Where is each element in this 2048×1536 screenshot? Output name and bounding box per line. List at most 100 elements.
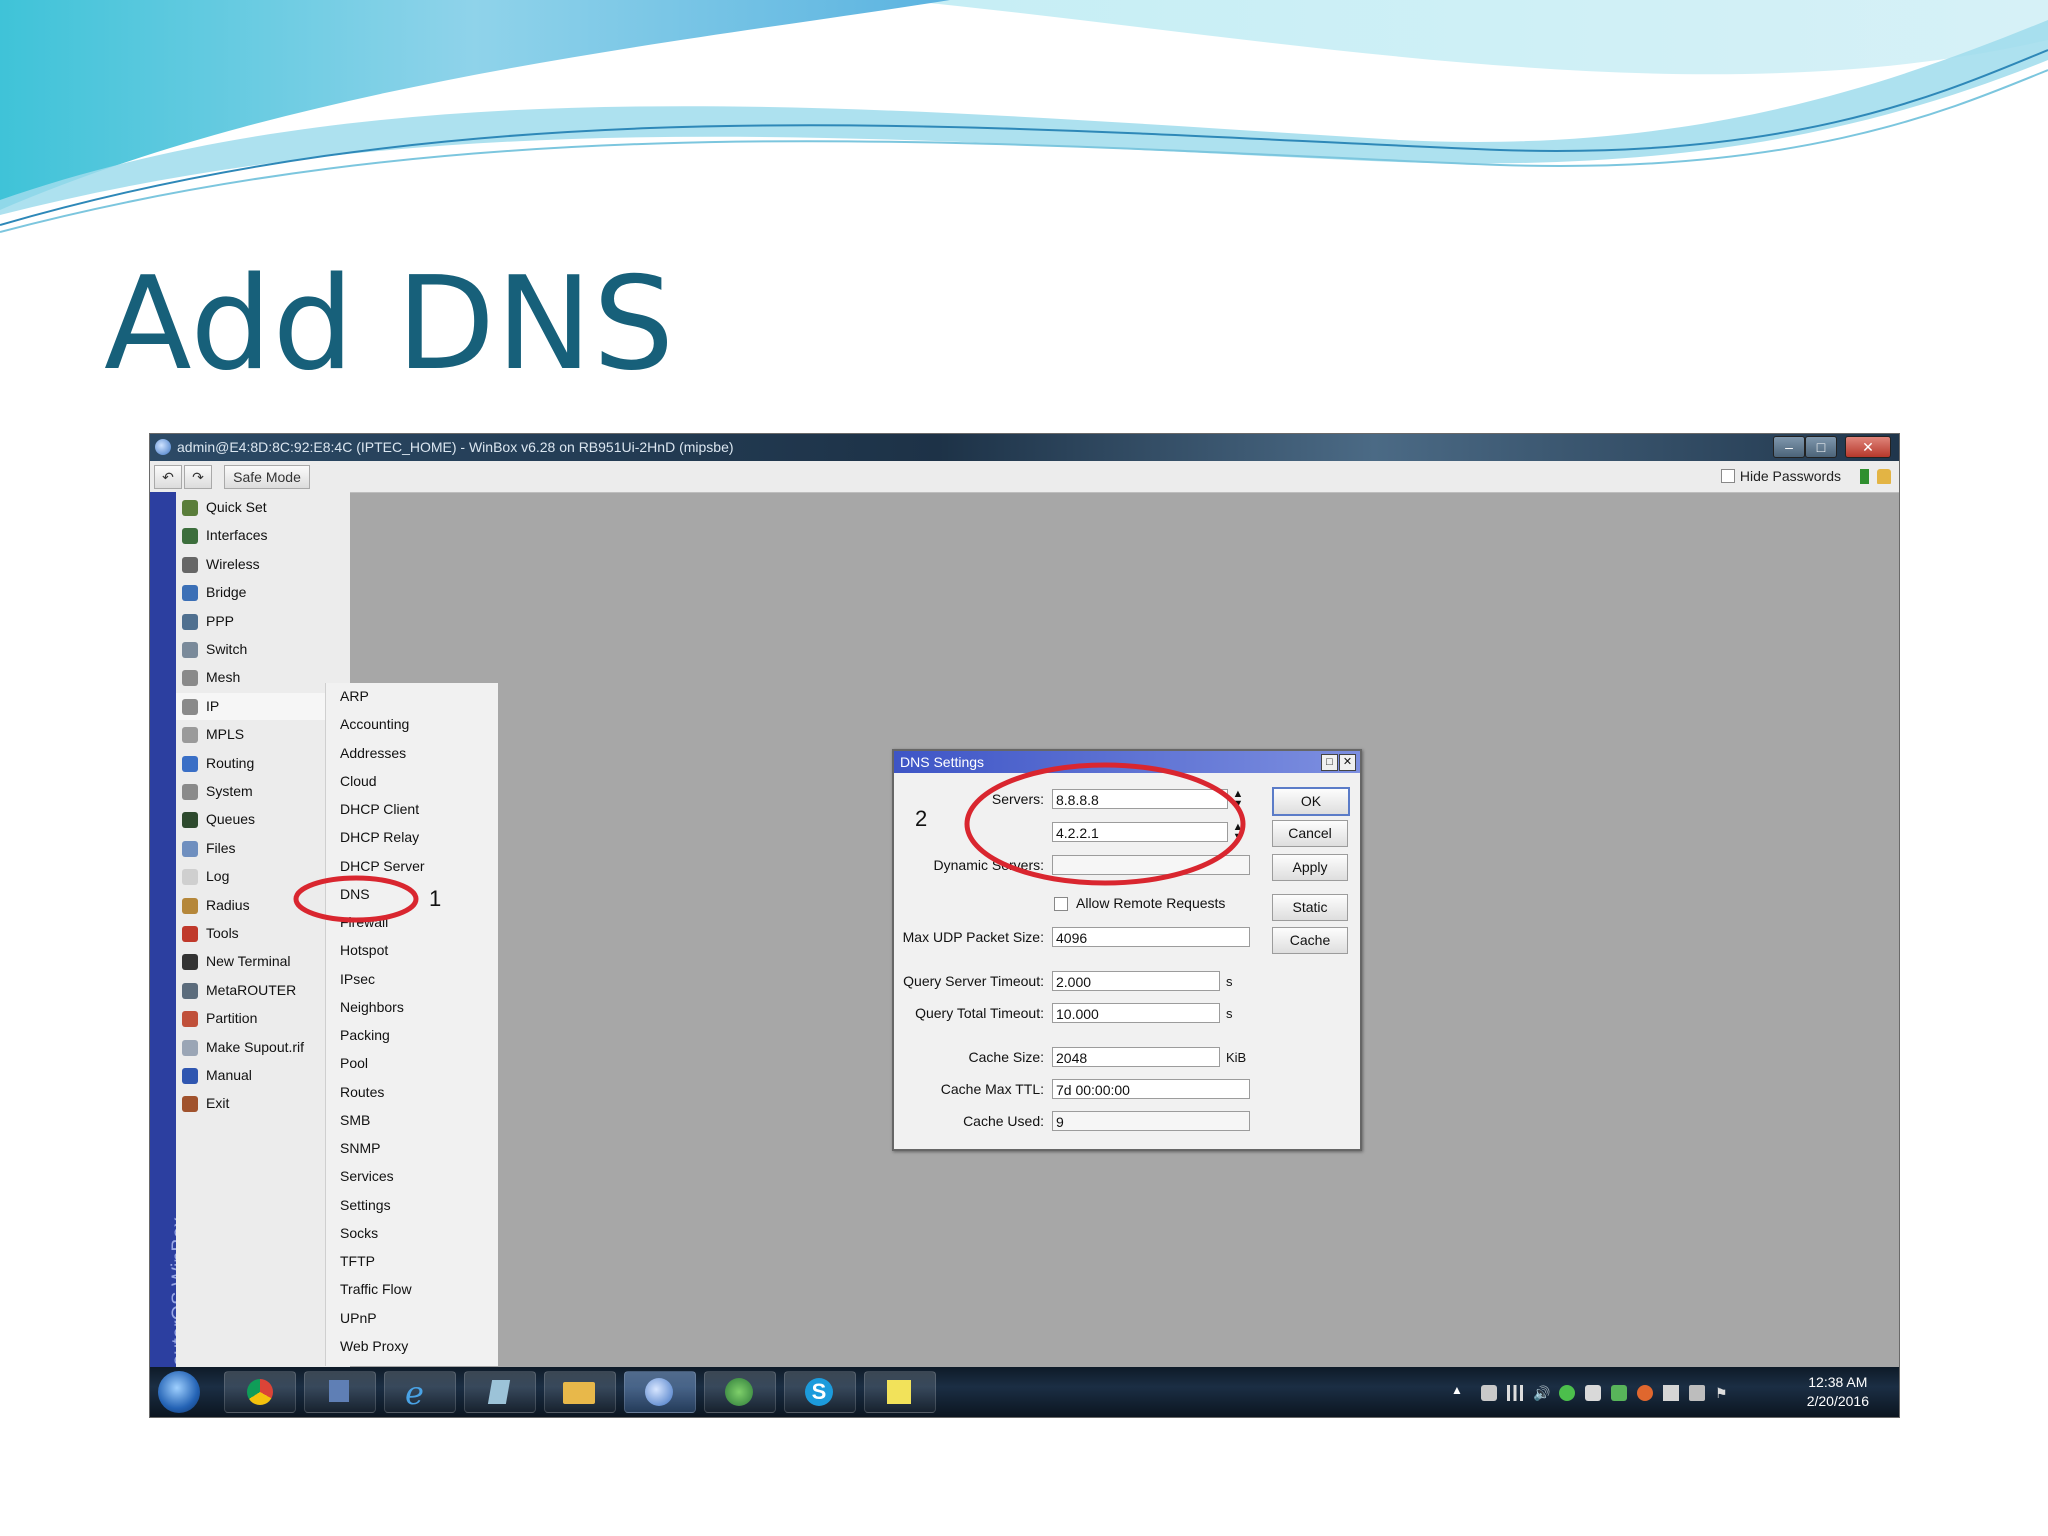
submenu-item-snmp[interactable]: SNMP (340, 1135, 380, 1162)
menu-item-quick-set[interactable]: Quick Set (176, 494, 350, 521)
close-button[interactable]: ✕ (1845, 436, 1891, 458)
volume-icon[interactable]: 🔊 (1533, 1385, 1550, 1401)
winbox-taskbar-icon[interactable] (624, 1371, 696, 1413)
max-udp-packet-size-label: Max UDP Packet Size: (902, 929, 1044, 945)
tray-power-icon[interactable] (1689, 1385, 1705, 1401)
tray-device-icon[interactable] (1585, 1385, 1601, 1401)
cache-max-ttl-field[interactable]: 7d 00:00:00 (1052, 1079, 1250, 1099)
menu-item-new-terminal[interactable]: New Terminal (176, 948, 350, 975)
file-explorer-icon[interactable] (544, 1371, 616, 1413)
menu-item-routing[interactable]: Routing▸ (176, 750, 350, 777)
ppp-icon (182, 613, 198, 630)
menu-item-exit[interactable]: Exit (176, 1090, 350, 1117)
signal-icon[interactable] (1507, 1385, 1523, 1401)
menu-item-wireless[interactable]: Wireless (176, 551, 350, 578)
tray-network-icon[interactable] (1481, 1385, 1497, 1401)
tray-sync-icon[interactable] (1611, 1385, 1627, 1401)
action-center-flag-icon[interactable]: ⚑ (1715, 1385, 1731, 1401)
menu-item-mpls[interactable]: MPLS▸ (176, 721, 350, 748)
submenu-item-socks[interactable]: Socks (340, 1220, 378, 1247)
submenu-item-packing[interactable]: Packing (340, 1022, 390, 1049)
menu-item-system[interactable]: System▸ (176, 778, 350, 805)
network-globe-icon[interactable] (704, 1371, 776, 1413)
menu-item-files[interactable]: Files (176, 835, 350, 862)
manual-icon (182, 1068, 198, 1084)
menu-item-ppp[interactable]: PPP (176, 608, 350, 635)
submenu-item-neighbors[interactable]: Neighbors (340, 994, 404, 1021)
skype-icon[interactable]: S (784, 1371, 856, 1413)
dialog-close-icon[interactable]: ✕ (1339, 754, 1356, 771)
submenu-item-cloud[interactable]: Cloud (340, 768, 377, 795)
submenu-item-accounting[interactable]: Accounting (340, 711, 409, 738)
menu-item-make-supout-rif[interactable]: Make Supout.rif (176, 1034, 350, 1061)
cancel-button[interactable]: Cancel (1272, 820, 1348, 847)
submenu-item-pool[interactable]: Pool (340, 1050, 368, 1077)
menu-item-label: Mesh (206, 669, 241, 686)
server-1-spinner-icon[interactable]: ▲ ▼ (1232, 789, 1244, 810)
server-1-field[interactable]: 8.8.8.8 (1052, 789, 1228, 809)
ok-button[interactable]: OK (1272, 787, 1350, 816)
menu-item-partition[interactable]: Partition (176, 1005, 350, 1032)
notepad-app-icon[interactable] (464, 1371, 536, 1413)
cache-size-label: Cache Size: (968, 1049, 1044, 1065)
query-server-timeout-field[interactable]: 2.000 (1052, 971, 1220, 991)
cache-size-field[interactable]: 2048 (1052, 1047, 1220, 1067)
apply-button[interactable]: Apply (1272, 854, 1348, 881)
undo-icon[interactable]: ↶ (154, 465, 182, 489)
menu-item-mesh[interactable]: Mesh (176, 664, 350, 691)
server-2-spinner-icon[interactable]: ▲ ▼ (1232, 822, 1244, 843)
checkbox-icon[interactable] (1720, 469, 1735, 483)
menu-item-interfaces[interactable]: Interfaces (176, 522, 350, 549)
menu-item-ip[interactable]: IP▸ (176, 692, 350, 720)
tray-windows-icon[interactable] (1663, 1385, 1679, 1401)
tray-security-icon[interactable] (1637, 1385, 1653, 1401)
submenu-item-dhcp-client[interactable]: DHCP Client (340, 796, 419, 823)
dialog-restore-icon[interactable]: □ (1321, 754, 1338, 771)
submenu-item-dns[interactable]: DNS (340, 881, 370, 908)
menu-item-switch[interactable]: Switch (176, 636, 350, 663)
network-app-icon[interactable] (304, 1371, 376, 1413)
submenu-item-routes[interactable]: Routes (340, 1079, 384, 1106)
maximize-button[interactable]: □ (1805, 436, 1837, 458)
query-total-timeout-field[interactable]: 10.000 (1052, 1003, 1220, 1023)
menu-item-manual[interactable]: Manual (176, 1062, 350, 1089)
show-hidden-icons-icon[interactable]: ▲ (1451, 1383, 1467, 1399)
allow-remote-requests-checkbox[interactable] (1054, 897, 1068, 911)
menu-item-queues[interactable]: Queues (176, 806, 350, 833)
submenu-item-tftp[interactable]: TFTP (340, 1248, 375, 1275)
submenu-item-services[interactable]: Services (340, 1163, 394, 1190)
submenu-item-arp[interactable]: ARP (340, 683, 369, 710)
taskbar-clock[interactable]: 12:38 AM 2/20/2016 (1807, 1373, 1869, 1411)
submenu-item-traffic-flow[interactable]: Traffic Flow (340, 1276, 412, 1303)
submenu-item-smb[interactable]: SMB (340, 1107, 370, 1134)
menu-item-bridge[interactable]: Bridge (176, 579, 350, 606)
menu-item-radius[interactable]: Radius (176, 892, 350, 919)
redo-icon[interactable]: ↷ (184, 465, 212, 489)
submenu-item-dhcp-server[interactable]: DHCP Server (340, 853, 425, 880)
submenu-item-web-proxy[interactable]: Web Proxy (340, 1333, 408, 1360)
start-button[interactable] (158, 1371, 200, 1413)
tray-app-icon[interactable] (1559, 1385, 1575, 1401)
max-udp-packet-size-field[interactable]: 4096 (1052, 927, 1250, 947)
query-server-timeout-unit: s (1226, 974, 1233, 989)
submenu-item-hotspot[interactable]: Hotspot (340, 937, 388, 964)
hide-passwords-checkbox[interactable]: Hide Passwords (1720, 468, 1841, 484)
internet-explorer-icon[interactable]: e (384, 1371, 456, 1413)
cache-button[interactable]: Cache (1272, 927, 1348, 954)
menu-item-label: Routing (206, 754, 255, 771)
submenu-item-ipsec[interactable]: IPsec (340, 966, 375, 993)
minimize-button[interactable]: – (1773, 436, 1805, 458)
menu-item-log[interactable]: Log (176, 863, 350, 890)
static-button[interactable]: Static (1272, 894, 1348, 921)
menu-item-metarouter[interactable]: MetaROUTER (176, 977, 350, 1004)
submenu-item-dhcp-relay[interactable]: DHCP Relay (340, 824, 419, 851)
safe-mode-button[interactable]: Safe Mode (224, 465, 310, 489)
submenu-item-upnp[interactable]: UPnP (340, 1305, 377, 1332)
submenu-item-addresses[interactable]: Addresses (340, 740, 406, 767)
menu-item-tools[interactable]: Tools▸ (176, 920, 350, 947)
chrome-icon[interactable] (224, 1371, 296, 1413)
submenu-item-settings[interactable]: Settings (340, 1192, 391, 1219)
submenu-item-firewall[interactable]: Firewall (340, 909, 388, 936)
server-2-field[interactable]: 4.2.2.1 (1052, 822, 1228, 842)
sticky-notes-icon[interactable] (864, 1371, 936, 1413)
